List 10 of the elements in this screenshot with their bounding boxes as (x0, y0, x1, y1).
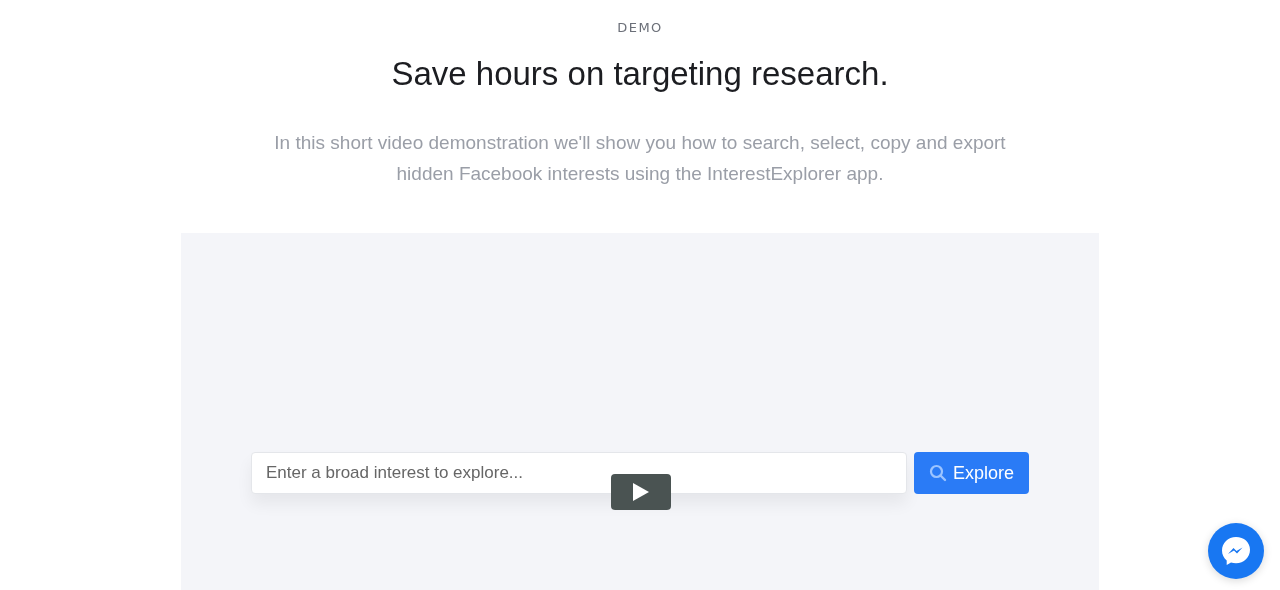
search-field[interactable]: Enter a broad interest to explore... (251, 452, 907, 494)
play-button[interactable] (611, 474, 671, 510)
explore-button[interactable]: Explore (914, 452, 1029, 494)
intro-text: In this short video demonstration we'll show you how to search, select, copy and export hidden Facebook interests using the InterestExplorer app. (273, 131, 1007, 186)
chat-bubble-icon (1219, 534, 1253, 568)
chat-button[interactable] (1208, 523, 1264, 579)
search-icon (929, 464, 947, 482)
section-label: DEMO (617, 20, 663, 35)
heading: Save hours on targeting research. (391, 55, 889, 93)
play-icon (633, 483, 649, 501)
